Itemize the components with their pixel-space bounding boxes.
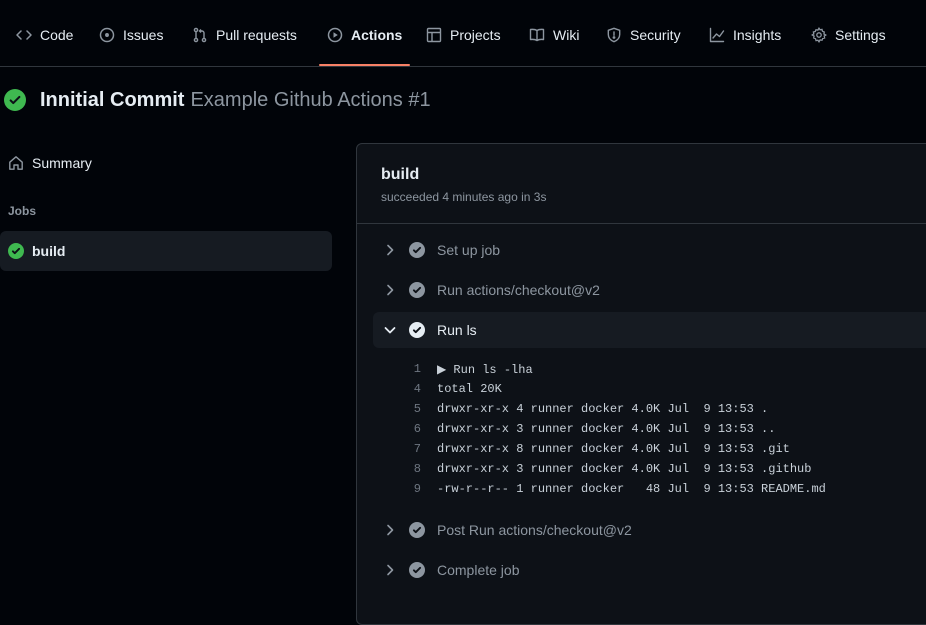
sidebar-job-label: build: [32, 243, 66, 259]
chevron-right-icon: [382, 562, 398, 578]
log-line: 6 drwxr-xr-x 3 runner docker 4.0K Jul 9 …: [397, 419, 776, 439]
job-log-panel: build succeeded 4 minutes ago in 3s Set …: [356, 143, 926, 625]
tab-insights[interactable]: Insights: [709, 24, 781, 62]
step-success-icon: [409, 522, 425, 538]
tab-label: Issues: [123, 27, 164, 43]
step-post-run-checkout[interactable]: Post Run actions/checkout@v2: [373, 512, 926, 548]
log-line-number: 5: [413, 402, 421, 416]
step-label: Post Run actions/checkout@v2: [437, 522, 632, 538]
issue-opened-icon: [99, 27, 115, 43]
log-line-number: 4: [413, 382, 421, 396]
tab-pull-requests[interactable]: Pull requests: [192, 24, 297, 62]
success-check-icon: [8, 243, 24, 259]
graph-icon: [709, 27, 725, 43]
log-line-number: 8: [413, 462, 421, 476]
tab-security[interactable]: Security: [606, 24, 681, 62]
tab-label: Security: [630, 27, 681, 43]
log-line-text: drwxr-xr-x 3 runner docker 4.0K Jul 9 13…: [437, 422, 776, 436]
step-label: Run ls: [437, 322, 477, 338]
log-line[interactable]: 1 ▶ Run ls -lha: [397, 359, 533, 379]
log-line: 7 drwxr-xr-x 8 runner docker 4.0K Jul 9 …: [397, 439, 790, 459]
chevron-right-icon: [382, 242, 398, 258]
tab-label: Settings: [835, 27, 886, 43]
job-header: build succeeded 4 minutes ago in 3s: [381, 166, 546, 204]
tab-label: Wiki: [553, 27, 580, 43]
step-run-ls[interactable]: Run ls: [373, 312, 926, 348]
tab-projects[interactable]: Projects: [426, 24, 501, 62]
log-line-number: 6: [413, 422, 421, 436]
tab-settings[interactable]: Settings: [811, 24, 886, 62]
book-icon: [529, 27, 545, 43]
tab-code[interactable]: Code: [16, 24, 73, 62]
workflow-label: Example Github Actions #1: [190, 88, 431, 111]
step-run-checkout[interactable]: Run actions/checkout@v2: [373, 272, 926, 308]
tab-label: Actions: [351, 27, 403, 43]
log-line-text: total 20K: [437, 382, 502, 396]
step-label: Run actions/checkout@v2: [437, 282, 600, 298]
log-line-text: -rw-r--r-- 1 runner docker 48 Jul 9 13:5…: [437, 482, 826, 496]
chevron-down-icon: [382, 322, 398, 338]
sidebar-summary-label: Summary: [32, 155, 92, 171]
sidebar-summary-link[interactable]: Summary: [8, 153, 92, 173]
shield-icon: [606, 27, 622, 43]
log-line-text: drwxr-xr-x 3 runner docker 4.0K Jul 9 13…: [437, 462, 812, 476]
home-icon: [8, 155, 24, 171]
job-status-text: succeeded 4 minutes ago in 3s: [381, 190, 547, 204]
step-complete-job[interactable]: Complete job: [373, 552, 926, 588]
tab-issues[interactable]: Issues: [99, 24, 163, 62]
tab-label: Insights: [733, 27, 782, 43]
tab-actions[interactable]: Actions: [318, 24, 411, 66]
commit-title: Innitial Commit: [40, 88, 185, 111]
sidebar-job-build[interactable]: build: [0, 231, 332, 271]
step-label: Complete job: [437, 562, 520, 578]
log-line-text: drwxr-xr-x 4 runner docker 4.0K Jul 9 13…: [437, 402, 769, 416]
log-line-number: 1: [413, 362, 421, 376]
log-line-number: 9: [413, 482, 421, 496]
chevron-right-icon: [382, 282, 398, 298]
divider: [357, 223, 926, 224]
log-line-text: ▶ Run ls -lha: [437, 362, 533, 377]
log-line-number: 7: [413, 442, 421, 456]
play-icon: [327, 27, 343, 43]
log-line: 5 drwxr-xr-x 4 runner docker 4.0K Jul 9 …: [397, 399, 768, 419]
step-success-icon: [409, 562, 425, 578]
gear-icon: [811, 27, 827, 43]
step-label: Set up job: [437, 242, 501, 258]
git-pull-request-icon: [192, 27, 208, 43]
step-success-icon: [409, 242, 425, 258]
step-success-icon: [409, 282, 425, 298]
log-line-text: drwxr-xr-x 8 runner docker 4.0K Jul 9 13…: [437, 442, 790, 456]
tab-label: Pull requests: [216, 27, 297, 43]
log-line: 4 total 20K: [397, 379, 502, 399]
code-icon: [16, 27, 32, 43]
table-icon: [426, 27, 442, 43]
success-check-icon: [4, 89, 26, 111]
chevron-right-icon: [382, 522, 398, 538]
tab-label: Projects: [450, 27, 501, 43]
run-title: Innitial Commit Example Github Actions #…: [4, 86, 431, 114]
repo-nav-tabs: Code Issues Pull requests Actions Projec…: [0, 0, 926, 67]
log-line: 9 -rw-r--r-- 1 runner docker 48 Jul 9 13…: [397, 479, 826, 499]
tab-label: Code: [40, 27, 74, 43]
step-set-up-job[interactable]: Set up job: [373, 232, 926, 268]
log-line: 8 drwxr-xr-x 3 runner docker 4.0K Jul 9 …: [397, 459, 812, 479]
step-success-icon: [409, 322, 425, 338]
job-title: build: [381, 166, 420, 183]
jobs-heading: Jobs: [8, 204, 37, 218]
tab-wiki[interactable]: Wiki: [529, 24, 579, 62]
